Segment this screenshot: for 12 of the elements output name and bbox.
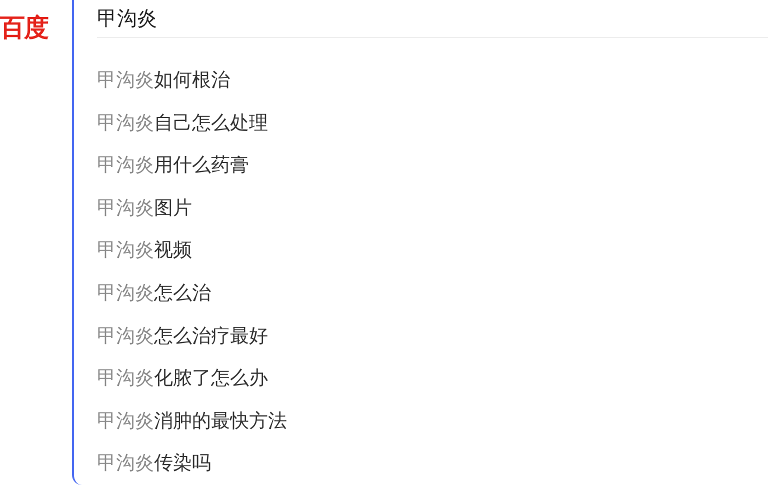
suggestion-item[interactable]: 甲沟炎怎么治疗最好 bbox=[97, 314, 768, 358]
logo[interactable]: 百度 bbox=[0, 12, 48, 44]
suggestion-item[interactable]: 甲沟炎图片 bbox=[97, 186, 768, 230]
suggestion-item[interactable]: 甲沟炎用什么药膏 bbox=[97, 144, 768, 187]
suggestion-item[interactable]: 甲沟炎视频 bbox=[97, 229, 768, 272]
suggestion-item[interactable]: 甲沟炎如何根治 bbox=[97, 59, 768, 102]
suggestion-item[interactable]: 甲沟炎化脓了怎么办 bbox=[97, 357, 768, 400]
suggestion-item[interactable]: 甲沟炎怎么治 bbox=[97, 272, 768, 315]
suggestion-item[interactable]: 甲沟炎消肿的最快方法 bbox=[97, 400, 768, 442]
suggestion-item[interactable]: 甲沟炎传染吗 bbox=[97, 442, 768, 485]
suggestion-item[interactable]: 甲沟炎自己怎么处理 bbox=[97, 102, 768, 144]
search-field[interactable]: 甲沟炎 bbox=[97, 0, 768, 38]
